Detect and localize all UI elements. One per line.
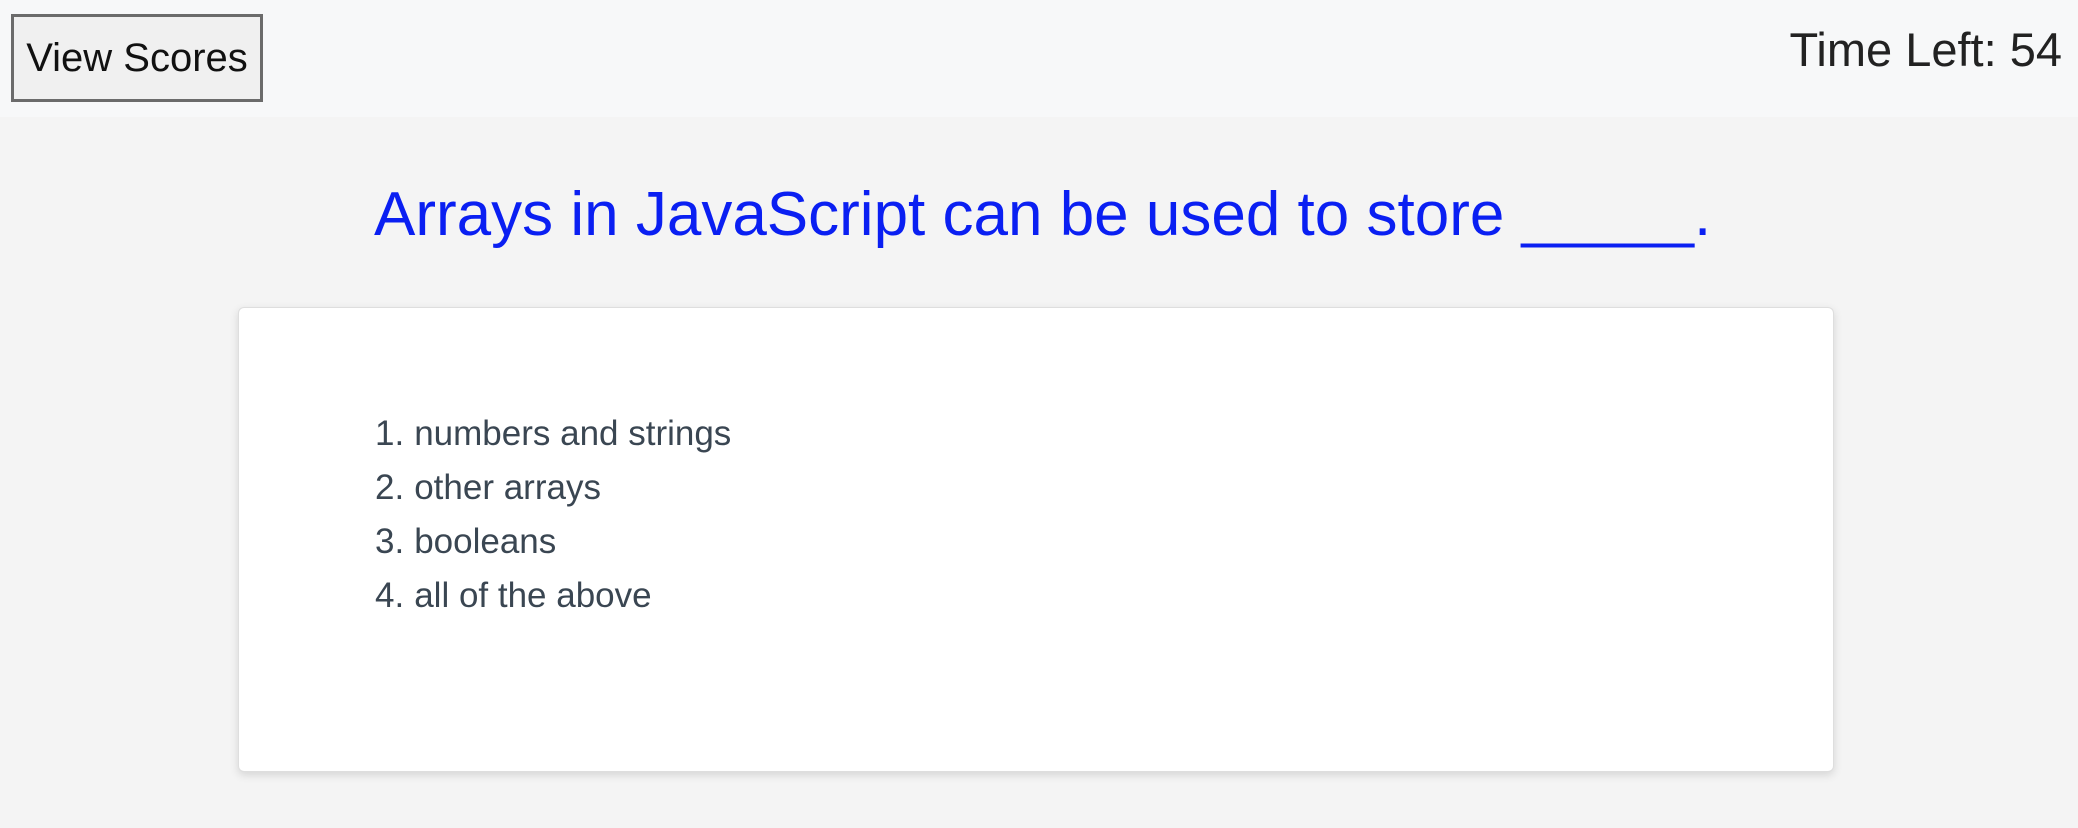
answer-option-1[interactable]: 1. numbers and strings: [375, 407, 731, 461]
answer-list: 1. numbers and strings 2. other arrays 3. b…: [375, 407, 731, 623]
time-left-label: Time Left:: [1789, 23, 1997, 76]
answer-text: other arrays: [414, 468, 601, 507]
top-bar: View Scores Time Left: 54: [0, 0, 2078, 117]
answer-text: numbers and strings: [414, 414, 732, 453]
time-left-value: 54: [2009, 23, 2062, 76]
question-title: Arrays in JavaScript can be used to stor…: [374, 180, 1712, 249]
answer-number: 4.: [375, 576, 405, 615]
answer-number: 3.: [375, 522, 405, 561]
answer-number: 2.: [375, 468, 405, 507]
view-scores-button[interactable]: View Scores: [11, 14, 263, 102]
time-left-display: Time Left: 54: [1789, 22, 2062, 77]
answer-card: 1. numbers and strings 2. other arrays 3. b…: [238, 307, 1834, 772]
answer-option-2[interactable]: 2. other arrays: [375, 461, 731, 515]
answer-option-3[interactable]: 3. booleans: [375, 515, 731, 569]
answer-number: 1.: [375, 414, 405, 453]
answer-text: booleans: [414, 522, 557, 561]
answer-option-4[interactable]: 4. all of the above: [375, 569, 731, 623]
answer-text: all of the above: [414, 576, 652, 615]
